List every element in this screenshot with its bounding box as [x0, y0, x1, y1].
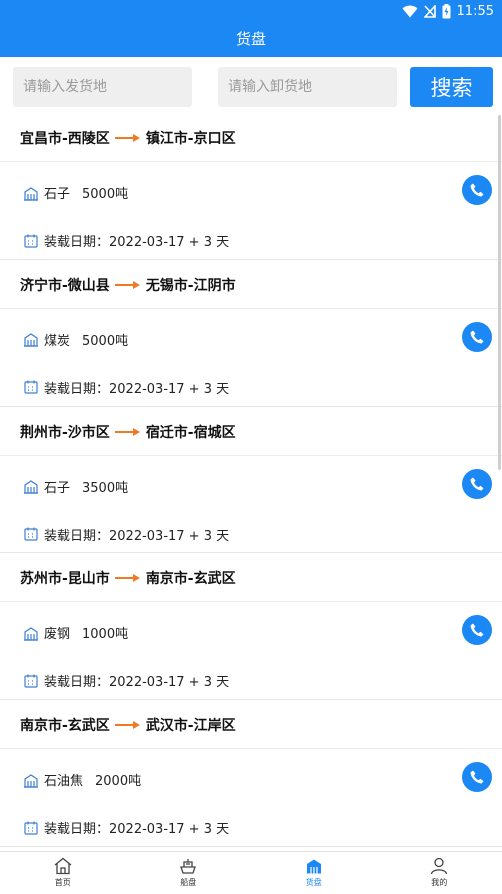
cargo-info: 石油焦 2000吨 [23, 770, 141, 789]
tab-profile-label: 我的 [431, 878, 448, 887]
list-item[interactable]: 宜昌市-西陵区 镇江市-京口区 石子 5000吨 装载日期：2022-03-17… [0, 113, 502, 260]
load-date: 装载日期：2022-03-17 + 3 天 [23, 525, 229, 544]
cargo-info: 废钢 1000吨 [23, 623, 128, 642]
route-origin: 济宁市-微山县 [20, 277, 110, 294]
route-origin: 宜昌市-西陵区 [20, 131, 110, 147]
load-date-text: 装载日期：2022-03-17 + 3 天 [44, 528, 230, 544]
warehouse-icon [23, 478, 39, 494]
search-button[interactable]: 搜索 [410, 67, 493, 107]
phone-icon[interactable] [462, 468, 492, 499]
warehouse-icon [23, 625, 39, 641]
route: 南京市-玄武区 武汉市-江岸区 [20, 715, 236, 735]
phone-icon[interactable] [462, 175, 492, 205]
tab-home[interactable]: 首页 [0, 852, 126, 894]
route-destination: 镇江市-京口区 [145, 131, 236, 147]
route: 宜昌市-西陵区 镇江市-京口区 [20, 128, 236, 148]
list-item[interactable]: 济宁市-微山县 无锡市-江阴市 煤炭 5000吨 装载日期：2022-03-17… [0, 260, 502, 407]
cargo-name: 石子 [44, 480, 71, 496]
load-date: 装载日期：2022-03-17 + 3 天 [23, 378, 229, 397]
app-header: 11:55 货盘 [0, 0, 502, 57]
cargo-amount: 3500吨 [82, 480, 129, 496]
cargo-name: 煤炭 [44, 333, 71, 349]
route: 荆州市-沙市区 宿迁市-宿城区 [20, 422, 236, 442]
list-item[interactable]: 苏州市-昆山市 南京市-玄武区 废钢 1000吨 装载日期：2022-03-17… [0, 553, 502, 701]
destination-input[interactable] [218, 67, 397, 107]
status-bar: 11:55 [402, 0, 502, 22]
tab-profile[interactable]: 我的 [377, 852, 502, 894]
tab-ships[interactable]: 船盘 [126, 852, 252, 894]
divider [0, 748, 502, 750]
cargo-list: 宜昌市-西陵区 镇江市-京口区 石子 5000吨 装载日期：2022-03-17… [0, 113, 502, 847]
route-origin: 苏州市-昆山市 [20, 571, 110, 588]
tab-cargo[interactable]: 货盘 [251, 852, 377, 894]
divider [0, 601, 502, 603]
calendar-icon [23, 233, 39, 249]
cargo-info: 石子 3500吨 [23, 477, 128, 496]
cargo-icon [304, 857, 324, 877]
cargo-info: 煤炭 5000吨 [23, 330, 128, 349]
scrollbar[interactable] [498, 115, 501, 470]
load-date-text: 装载日期：2022-03-17 + 3 天 [44, 381, 230, 397]
cargo-name: 废钢 [44, 627, 71, 643]
calendar-icon [23, 526, 39, 542]
arrow-right-icon [114, 573, 141, 583]
list-item[interactable]: 南京市-玄武区 武汉市-江岸区 石油焦 2000吨 装载日期：2022-03-1… [0, 700, 502, 847]
load-date: 装载日期：2022-03-17 + 3 天 [23, 231, 229, 250]
cargo-amount: 1000吨 [82, 627, 129, 643]
warehouse-icon [23, 331, 39, 347]
cargo-amount: 5000吨 [82, 187, 129, 202]
cargo-amount: 5000吨 [82, 333, 129, 349]
tab-cargo-label: 货盘 [305, 878, 322, 887]
route-destination: 宿迁市-宿城区 [145, 424, 236, 441]
calendar-icon [23, 379, 39, 395]
tab-home-label: 首页 [54, 878, 71, 887]
phone-icon[interactable] [462, 615, 492, 646]
divider [0, 161, 502, 162]
divider [0, 307, 502, 309]
warehouse-icon [23, 185, 39, 201]
divider [0, 454, 502, 456]
arrow-right-icon [114, 720, 141, 730]
wifi-icon [402, 5, 418, 18]
ship-icon [178, 857, 198, 877]
phone-icon[interactable] [462, 321, 492, 352]
load-date-text: 装载日期：2022-03-17 + 3 天 [44, 675, 230, 691]
home-icon [53, 857, 73, 877]
cargo-info: 石子 5000吨 [23, 183, 128, 202]
load-date-text: 装载日期：2022-03-17 + 3 天 [44, 235, 230, 250]
user-icon [429, 857, 449, 877]
search-bar: 搜索 [0, 57, 502, 113]
load-date: 装载日期：2022-03-17 + 3 天 [23, 671, 229, 690]
route: 济宁市-微山县 无锡市-江阴市 [20, 275, 236, 295]
status-time: 11:55 [456, 3, 494, 19]
battery-icon [442, 3, 451, 19]
route-destination: 武汉市-江岸区 [145, 718, 236, 735]
no-sim-icon [423, 4, 436, 18]
arrow-right-icon [114, 280, 141, 290]
list-item[interactable]: 荆州市-沙市区 宿迁市-宿城区 石子 3500吨 装载日期：2022-03-17… [0, 407, 502, 554]
cargo-name: 石子 [44, 187, 71, 202]
route-origin: 南京市-玄武区 [20, 718, 110, 735]
route: 苏州市-昆山市 南京市-玄武区 [20, 568, 236, 588]
calendar-icon [23, 673, 39, 689]
tab-ships-label: 船盘 [180, 878, 197, 887]
warehouse-icon [23, 772, 39, 788]
phone-icon[interactable] [462, 762, 492, 793]
route-destination: 无锡市-江阴市 [145, 277, 236, 294]
arrow-right-icon [114, 133, 141, 143]
cargo-amount: 2000吨 [95, 774, 142, 790]
load-date-text: 装载日期：2022-03-17 + 3 天 [44, 822, 230, 838]
arrow-right-icon [114, 427, 141, 437]
origin-input[interactable] [13, 67, 192, 107]
load-date: 装载日期：2022-03-17 + 3 天 [23, 818, 229, 837]
bottom-tab-bar: 首页 船盘 货盘 我的 [0, 851, 502, 894]
page-title: 货盘 [235, 30, 266, 48]
calendar-icon [23, 820, 39, 836]
route-origin: 荆州市-沙市区 [20, 424, 110, 441]
route-destination: 南京市-玄武区 [145, 571, 236, 588]
cargo-name: 石油焦 [44, 774, 84, 790]
